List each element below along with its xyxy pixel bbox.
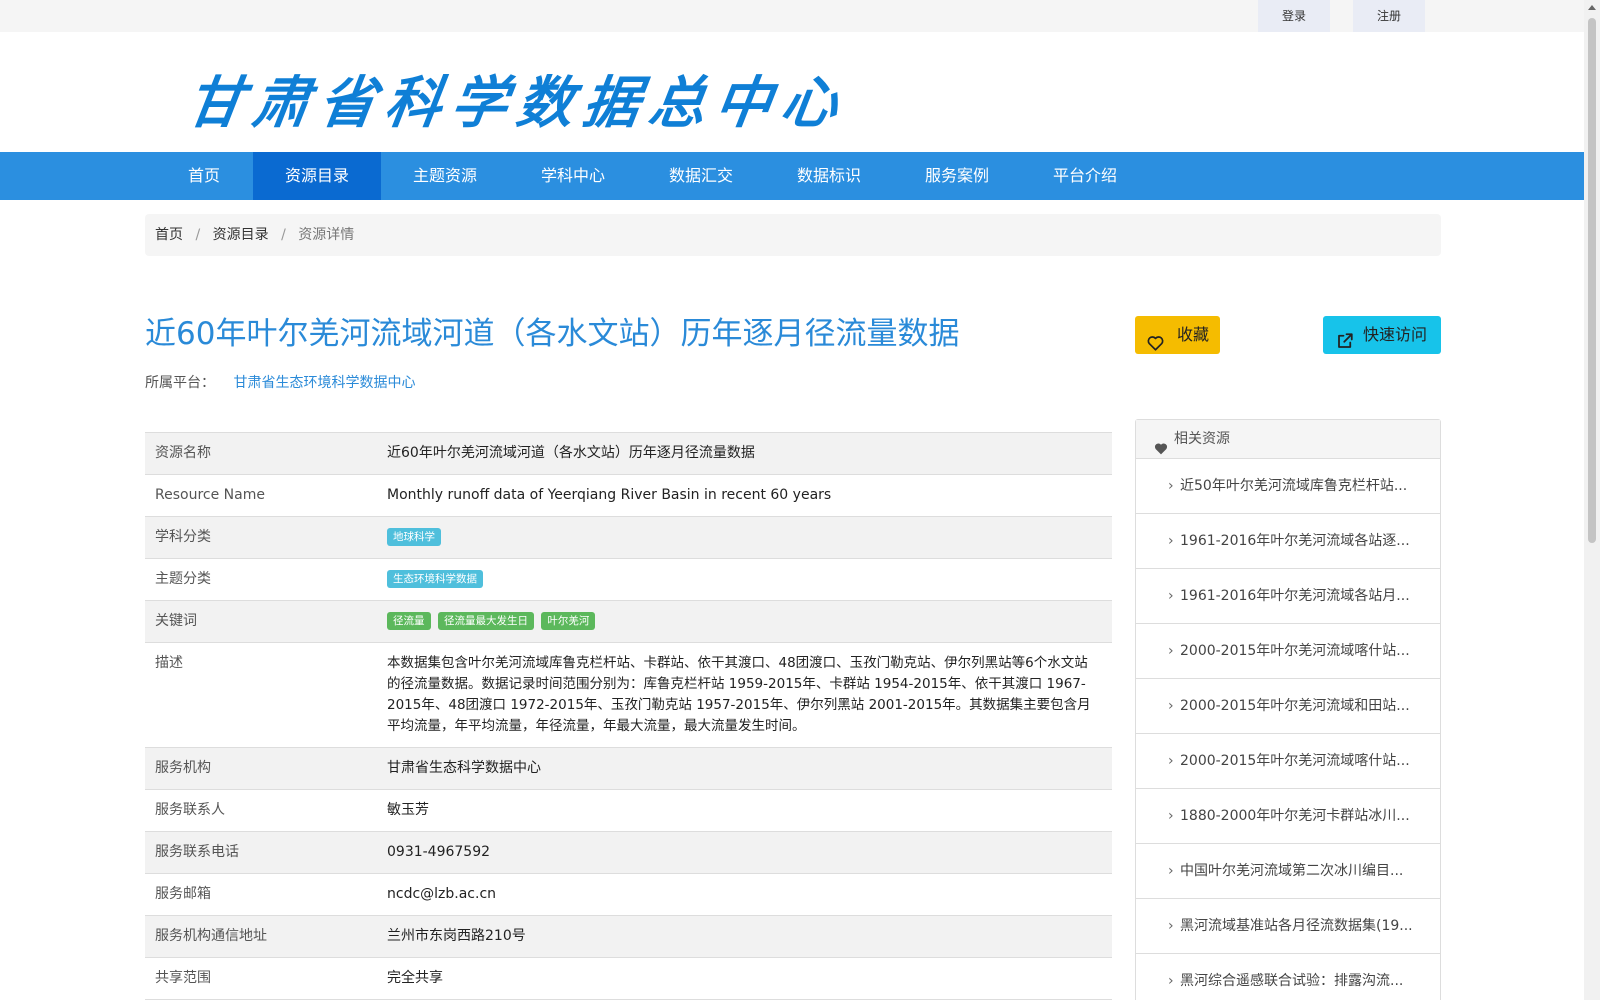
external-link-icon	[1336, 326, 1354, 364]
favorite-label: 收藏	[1177, 325, 1210, 344]
related-resources-title: 相关资源	[1174, 431, 1230, 447]
field-label: 资源名称	[155, 445, 211, 461]
scrollbar-thumb[interactable]	[1588, 18, 1596, 543]
quick-access-label: 快速访问	[1363, 325, 1428, 344]
field-label: 描述	[155, 655, 183, 671]
field-label: 学科分类	[155, 529, 211, 545]
keyword-tag[interactable]: 叶尔羌河	[541, 612, 596, 630]
breadcrumb-catalog[interactable]: 资源目录	[213, 227, 269, 243]
login-link[interactable]: 登录	[1258, 0, 1330, 32]
field-value: 兰州市东岗西路210号	[387, 928, 526, 944]
related-item[interactable]: › 1961-2016年叶尔羌河流域各站月...	[1136, 569, 1440, 624]
table-row: 共享范围 完全共享	[145, 958, 1112, 1000]
top-bar: 登录 注册	[0, 0, 1584, 32]
nav-item-disciplines[interactable]: 学科中心	[509, 152, 637, 200]
nav-item-data-identifier[interactable]: 数据标识	[765, 152, 893, 200]
breadcrumb-current: 资源详情	[298, 227, 355, 243]
main-nav: 首页 资源目录 主题资源 学科中心 数据汇交 数据标识 服务案例 平台介绍	[0, 152, 1584, 200]
platform-link[interactable]: 甘肃省生态环境科学数据中心	[233, 375, 415, 391]
chevron-right-icon: ›	[1168, 918, 1174, 934]
field-label: Resource Name	[155, 487, 265, 503]
chevron-right-icon: ›	[1168, 533, 1174, 549]
theme-tag[interactable]: 生态环境科学数据	[387, 570, 483, 588]
field-label: 服务联系电话	[155, 844, 239, 860]
field-label: 服务机构	[155, 760, 211, 776]
resource-info-table: 资源名称 近60年叶尔羌河流域河道（各水文站）历年逐月径流量数据 Resourc…	[145, 432, 1112, 1000]
keyword-tag[interactable]: 径流量	[387, 612, 431, 630]
resource-title: 近60年叶尔羌河流域河道（各水文站）历年逐月径流量数据	[145, 316, 960, 352]
chevron-right-icon: ›	[1168, 863, 1174, 879]
field-value: Monthly runoff data of Yeerqiang River B…	[387, 487, 832, 503]
breadcrumb-home[interactable]: 首页	[155, 227, 183, 243]
field-label: 服务邮箱	[155, 886, 211, 902]
chevron-right-icon: ›	[1168, 478, 1174, 494]
related-item[interactable]: › 1880-2000年叶尔羌河卡群站冰川...	[1136, 789, 1440, 844]
heart-icon	[1147, 327, 1164, 365]
table-row: 服务联系人 敏玉芳	[145, 790, 1112, 832]
table-row: 资源名称 近60年叶尔羌河流域河道（各水文站）历年逐月径流量数据	[145, 433, 1112, 475]
related-item[interactable]: › 2000-2015年叶尔羌河流域和田站...	[1136, 679, 1440, 734]
table-row: 学科分类 地球科学	[145, 517, 1112, 559]
table-row: 关键词 径流量 径流量最大发生日 叶尔羌河	[145, 601, 1112, 643]
keyword-tag[interactable]: 径流量最大发生日	[437, 612, 534, 630]
field-label: 主题分类	[155, 571, 211, 587]
platform-line: 所属平台： 甘肃省生态环境科学数据中心	[145, 372, 415, 392]
vertical-scrollbar[interactable]	[1584, 0, 1600, 1000]
field-value: 完全共享	[387, 970, 443, 986]
nav-item-about[interactable]: 平台介绍	[1021, 152, 1149, 200]
related-item[interactable]: › 2000-2015年叶尔羌河流域喀什站...	[1136, 624, 1440, 679]
related-item[interactable]: › 1961-2016年叶尔羌河流域各站逐...	[1136, 514, 1440, 569]
description-text: 本数据集包含叶尔羌河流域库鲁克栏杆站、卡群站、依干其渡口、48团渡口、玉孜门勒克…	[387, 655, 1091, 734]
quick-access-button[interactable]: 快速访问	[1323, 316, 1441, 354]
related-item[interactable]: › 近50年叶尔羌河流域库鲁克栏杆站...	[1136, 459, 1440, 514]
table-row: Resource Name Monthly runoff data of Yee…	[145, 475, 1112, 517]
site-logo[interactable]: 甘肃省科学数据总中心	[182, 58, 853, 139]
table-row: 服务机构 甘肃省生态科学数据中心	[145, 748, 1112, 790]
nav-item-catalog[interactable]: 资源目录	[253, 152, 381, 200]
chevron-right-icon: ›	[1168, 753, 1174, 769]
field-label: 服务联系人	[155, 802, 225, 818]
field-value: 甘肃省生态科学数据中心	[387, 760, 541, 776]
field-label: 服务机构通信地址	[155, 928, 267, 944]
register-link[interactable]: 注册	[1353, 0, 1425, 32]
related-resources-panel: 相关资源 › 近50年叶尔羌河流域库鲁克栏杆站... › 1961-2016年叶尔羌…	[1135, 419, 1441, 1000]
related-item[interactable]: › 黑河流域基准站各月径流数据集(19...	[1136, 899, 1440, 954]
nav-item-themes[interactable]: 主题资源	[381, 152, 509, 200]
platform-label: 所属平台：	[145, 375, 215, 391]
field-value: 敏玉芳	[387, 802, 429, 818]
breadcrumb: 首页 / 资源目录 / 资源详情	[145, 214, 1441, 256]
table-row: 主题分类 生态环境科学数据	[145, 559, 1112, 601]
nav-item-home[interactable]: 首页	[159, 152, 249, 200]
nav-item-service-cases[interactable]: 服务案例	[893, 152, 1021, 200]
table-row: 描述 本数据集包含叶尔羌河流域库鲁克栏杆站、卡群站、依干其渡口、48团渡口、玉孜…	[145, 643, 1112, 748]
nav-item-data-submission[interactable]: 数据汇交	[637, 152, 765, 200]
table-row: 服务邮箱 ncdc@lzb.ac.cn	[145, 874, 1112, 916]
discipline-tag[interactable]: 地球科学	[387, 528, 441, 546]
chevron-right-icon: ›	[1168, 698, 1174, 714]
field-value: ncdc@lzb.ac.cn	[387, 886, 497, 902]
table-row: 服务机构通信地址 兰州市东岗西路210号	[145, 916, 1112, 958]
field-value: 近60年叶尔羌河流域河道（各水文站）历年逐月径流量数据	[387, 445, 755, 461]
scroll-up-arrow-icon[interactable]	[1584, 0, 1600, 16]
breadcrumb-separator: /	[195, 227, 201, 243]
related-resources-header: 相关资源	[1136, 420, 1440, 459]
breadcrumb-separator: /	[281, 227, 286, 243]
field-value: 0931-4967592	[387, 844, 491, 860]
favorite-button[interactable]: 收藏	[1135, 316, 1220, 354]
related-item[interactable]: › 黑河综合遥感联合试验：排露沟流...	[1136, 954, 1440, 1000]
chevron-right-icon: ›	[1168, 973, 1174, 989]
related-item[interactable]: › 2000-2015年叶尔羌河流域喀什站...	[1136, 734, 1440, 789]
chevron-right-icon: ›	[1168, 808, 1174, 824]
site-header: 甘肃省科学数据总中心	[0, 32, 1584, 152]
chevron-right-icon: ›	[1168, 588, 1174, 604]
related-item[interactable]: › 中国叶尔羌河流域第二次冰川编目...	[1136, 844, 1440, 899]
chevron-right-icon: ›	[1168, 643, 1174, 659]
field-label: 关键词	[155, 613, 197, 629]
table-row: 服务联系电话 0931-4967592	[145, 832, 1112, 874]
field-label: 共享范围	[155, 970, 211, 986]
